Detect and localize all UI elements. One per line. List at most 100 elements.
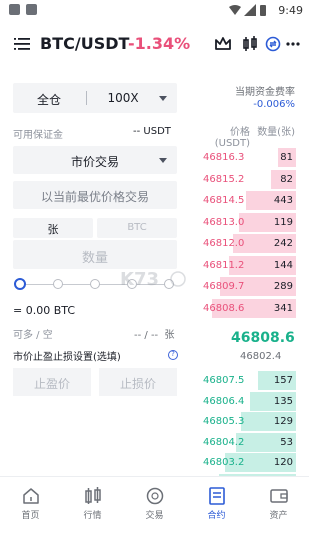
ask-price: 46813.0 <box>203 216 245 228</box>
order-type-select[interactable]: 市价交易 <box>13 146 177 174</box>
status-bar: 9:49 <box>0 0 309 22</box>
mark-price: 46802.4 <box>240 351 282 362</box>
nav-label-assets: 资产 <box>269 511 288 521</box>
bid-qty: 120 <box>273 457 293 468</box>
chevron-down-icon <box>159 158 167 163</box>
take-profit-placeholder: 止盈价 <box>33 377 70 391</box>
nav-label-contract: 合约 <box>207 511 226 521</box>
more-icon[interactable] <box>284 35 302 53</box>
unit-tab-contract[interactable]: 张 <box>13 218 93 238</box>
best-price-button[interactable]: 以当前最优价格交易 <box>13 181 177 209</box>
ask-row[interactable]: 46814.5 443 <box>196 191 309 212</box>
slider-handle[interactable] <box>14 278 26 290</box>
tpsl-label: 市价止盈止损设置(选填) <box>13 352 121 363</box>
bid-price: 46805.3 <box>203 416 245 427</box>
price-change: -1.34% <box>128 34 191 53</box>
last-price[interactable]: 46808.6 <box>231 330 295 346</box>
battery-icon <box>260 5 266 16</box>
ask-row[interactable]: 46813.0 119 <box>196 212 309 234</box>
stop-loss-input[interactable]: 止损价 <box>99 368 177 396</box>
nav-item-trade[interactable]: 交易 <box>124 477 185 543</box>
order-type-value: 市价交易 <box>70 155 119 169</box>
unit-tab-btc[interactable]: BTC <box>97 218 177 238</box>
header: BTC/USDT -1.34% <box>0 22 309 68</box>
unit-tab-btc-label: BTC <box>127 222 147 233</box>
market-icon <box>85 487 101 504</box>
bid-row[interactable]: 46805.3 129 <box>196 412 309 433</box>
bid-price: 46804.2 <box>203 436 245 448</box>
available-margin-label: 可用保证金 <box>13 130 63 141</box>
ask-qty: 443 <box>273 195 293 206</box>
contract-icon <box>209 487 225 505</box>
ask-row[interactable]: 46812.0 242 <box>196 234 309 255</box>
ask-row[interactable]: 46809.7 289 <box>196 277 309 298</box>
open-value: -- / -- 张 <box>134 330 175 341</box>
open-label: 可多 / 空 <box>13 330 53 341</box>
unit-tab-contract-label: 张 <box>47 223 59 236</box>
pair-title[interactable]: BTC/USDT <box>40 34 129 53</box>
crown-icon[interactable] <box>214 35 232 53</box>
chevron-down-icon <box>159 96 167 101</box>
slider-step-25[interactable] <box>53 279 63 289</box>
bid-qty: 135 <box>273 395 293 407</box>
bid-price: 46803.2 <box>203 457 245 468</box>
wallet-icon <box>270 489 288 503</box>
bid-qty: 53 <box>280 436 293 448</box>
bid-price: 46807.5 <box>203 375 245 386</box>
bid-row[interactable]: 46803.2 120 <box>196 453 309 474</box>
ask-qty: 81 <box>280 152 293 163</box>
ask-qty: 341 <box>273 302 293 314</box>
qty-header: 数量(张) <box>257 127 295 138</box>
watermark-logo: K73 <box>120 269 186 290</box>
home-icon <box>23 488 39 504</box>
ask-price: 46809.7 <box>203 281 245 292</box>
slider-step-50[interactable] <box>90 279 100 289</box>
price-header: 价格(USDT) <box>214 127 250 149</box>
notification-icon <box>9 4 20 15</box>
nav-item-market[interactable]: 行情 <box>62 477 123 543</box>
svg-text:K73: K73 <box>120 269 159 290</box>
ask-row[interactable]: 46816.3 81 <box>196 148 309 169</box>
take-profit-input[interactable]: 止盈价 <box>13 368 91 396</box>
margin-leverage-selector[interactable]: 全仓 100X <box>13 83 177 113</box>
ask-qty: 242 <box>273 238 293 249</box>
candlestick-icon[interactable] <box>241 35 259 53</box>
menu-icon[interactable] <box>14 37 30 51</box>
leverage[interactable]: 100X <box>41 91 205 105</box>
signal-icon <box>244 4 256 16</box>
orderbook: 当期资金费率 -0.006% 价格(USDT) 数量(张) 46816.3 81 4… <box>196 68 309 493</box>
ask-price: 46808.6 <box>203 302 245 314</box>
bid-row[interactable]: 46804.2 53 <box>196 432 309 454</box>
ask-price: 46815.2 <box>203 173 245 185</box>
funding-rate-value: -0.006% <box>253 99 295 110</box>
ask-row[interactable]: 46811.2 144 <box>196 255 309 277</box>
stop-loss-placeholder: 止损价 <box>119 377 156 391</box>
bid-row[interactable]: 46806.4 135 <box>196 391 309 413</box>
quantity-placeholder: 数量 <box>81 251 108 266</box>
nav-item-assets[interactable]: 资产 <box>248 477 309 543</box>
available-margin-value: -- USDT <box>133 126 171 137</box>
nav-label-trade: 交易 <box>145 511 164 521</box>
ask-price: 46811.2 <box>203 259 245 271</box>
bottom-nav: 首页 行情 交易 合约 资产 <box>0 476 309 550</box>
funding-rate-label: 当期资金费率 <box>235 87 295 98</box>
nav-item-home[interactable]: 首页 <box>0 477 61 543</box>
exchange-icon[interactable] <box>264 35 282 53</box>
bid-row[interactable]: 46807.5 157 <box>196 371 309 392</box>
help-icon[interactable]: ? <box>168 350 178 360</box>
trade-icon <box>146 487 164 505</box>
ask-qty: 144 <box>273 259 293 271</box>
wifi-icon <box>229 5 241 15</box>
ask-qty: 82 <box>280 173 293 185</box>
ask-qty: 119 <box>273 216 293 228</box>
ask-price: 46816.3 <box>203 152 245 163</box>
nav-label-home: 首页 <box>21 511 40 521</box>
best-price-label: 以当前最优价格交易 <box>40 190 149 204</box>
bid-price: 46806.4 <box>203 395 245 407</box>
bid-qty: 157 <box>273 375 293 386</box>
nav-label-market: 行情 <box>83 511 102 521</box>
ask-qty: 289 <box>273 281 293 292</box>
nav-item-contract[interactable]: 合约 <box>186 477 247 543</box>
ask-row[interactable]: 46808.6 341 <box>196 298 309 320</box>
ask-row[interactable]: 46815.2 82 <box>196 169 309 191</box>
